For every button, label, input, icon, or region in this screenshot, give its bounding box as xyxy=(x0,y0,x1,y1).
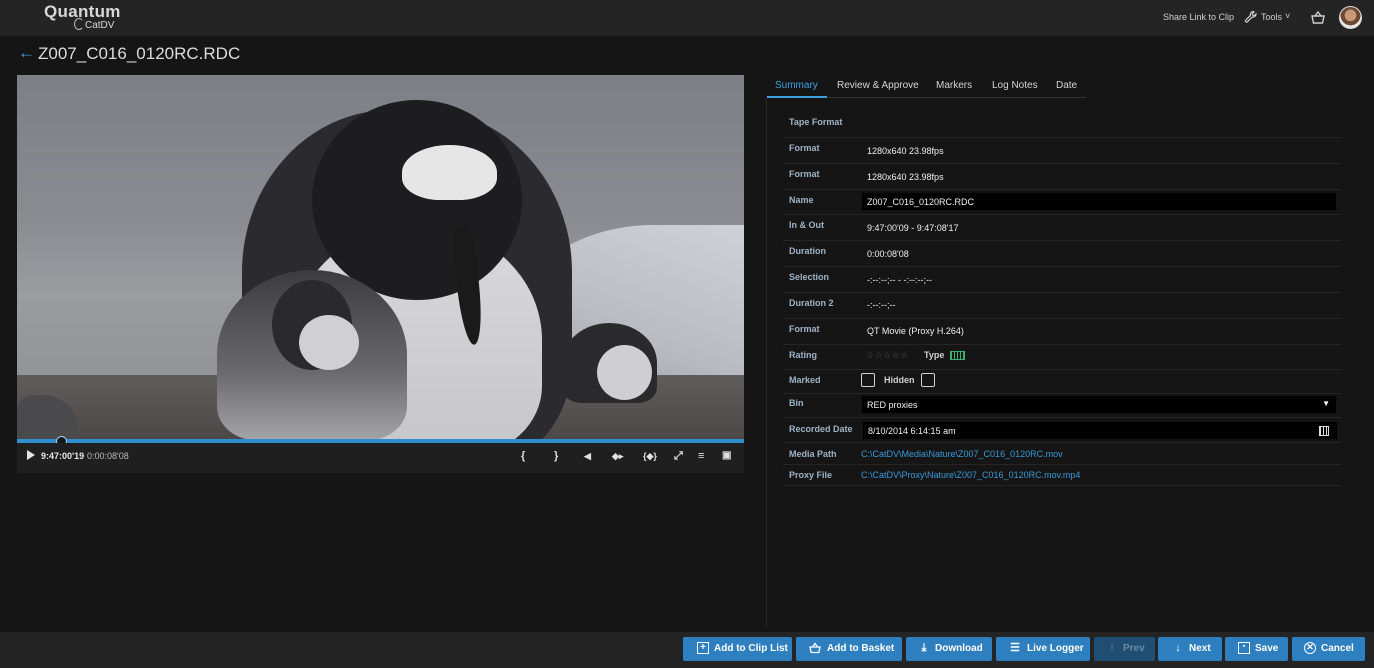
in-out-value: 9:47:00'09 - 9:47:08'17 xyxy=(867,223,959,233)
catdv-mark-icon xyxy=(74,18,84,30)
format-value: 1280x640 23.98fps xyxy=(867,146,944,156)
go-in-out-icon[interactable]: ◆▸ xyxy=(612,449,623,463)
caret-down-icon: ▼ xyxy=(1322,399,1330,408)
snapshot-icon[interactable]: ▣ xyxy=(722,449,731,463)
calendar-icon[interactable] xyxy=(1319,426,1329,436)
bin-select-value: RED proxies xyxy=(867,400,918,410)
in-out-label: In & Out xyxy=(789,220,824,230)
play-icon[interactable] xyxy=(27,450,35,460)
logo-product: CatDV xyxy=(85,20,115,31)
wrench-icon xyxy=(1244,10,1257,23)
duration-value: 0:00:08'08 xyxy=(867,249,909,259)
marked-label: Marked xyxy=(789,375,821,385)
recorded-date-value: 8/10/2014 6:14:15 am xyxy=(868,426,956,436)
next-button[interactable]: ↓ Next xyxy=(1158,637,1222,661)
tape-format-label: Tape Format xyxy=(789,117,843,127)
basket-icon xyxy=(809,642,821,654)
hidden-label: Hidden xyxy=(884,375,915,385)
live-logger-button[interactable]: ☰ Live Logger xyxy=(996,637,1090,661)
tools-label: Tools xyxy=(1261,12,1283,22)
recorded-date-label: Recorded Date xyxy=(789,424,853,434)
video-frame[interactable] xyxy=(17,75,744,439)
save-icon: ▪ xyxy=(1238,642,1250,654)
share-link-button[interactable]: Share Link to Clip xyxy=(1163,12,1234,22)
mark-in-icon[interactable]: { xyxy=(521,449,525,463)
duration-2-value: -:--:--;-- xyxy=(867,300,896,310)
format-label: Format xyxy=(789,169,820,179)
rating-stars[interactable]: ☆☆☆☆☆ xyxy=(866,350,909,361)
format-value: 1280x640 23.98fps xyxy=(867,172,944,182)
add-to-basket-button[interactable]: Add to Basket xyxy=(796,637,902,661)
selection-label: Selection xyxy=(789,272,830,282)
tab-date[interactable]: Date xyxy=(1056,75,1077,98)
plus-square-icon: + xyxy=(697,642,709,654)
arrow-up-icon: ↑ xyxy=(1109,642,1115,654)
selection-value: -:--:--;-- - -:--:--;-- xyxy=(867,275,932,285)
fullscreen-icon[interactable]: ⤢ xyxy=(674,449,683,463)
download-button[interactable]: ⤓ Download xyxy=(906,637,992,661)
bin-select[interactable]: RED proxies ▼ xyxy=(861,395,1337,414)
basket-icon[interactable] xyxy=(1310,10,1326,26)
prev-button[interactable]: ↑ Prev xyxy=(1094,637,1155,661)
elapsed-time: 0:00:08'08 xyxy=(87,451,129,461)
quantum-catdv-logo[interactable]: Quantum CatDV xyxy=(43,2,133,34)
hidden-checkbox[interactable] xyxy=(921,373,935,387)
proxy-file-link[interactable]: C:\CatDV\Proxy\Nature\Z007_C016_0120RC.m… xyxy=(861,470,1080,480)
marked-checkbox[interactable] xyxy=(861,373,875,387)
tab-markers[interactable]: Markers xyxy=(936,75,972,98)
tab-review-approve[interactable]: Review & Approve xyxy=(837,75,919,98)
list-icon: ☰ xyxy=(1010,642,1020,654)
tools-menu[interactable]: Tools ˅ xyxy=(1244,9,1294,27)
back-arrow-icon[interactable]: ← xyxy=(18,43,35,63)
close-circle-icon: ✕ xyxy=(1304,642,1316,654)
download-icon: ⤓ xyxy=(921,642,927,654)
tab-summary[interactable]: Summary xyxy=(775,75,818,98)
format-label: Format xyxy=(789,324,820,334)
film-icon xyxy=(950,351,965,360)
name-field-value: Z007_C016_0120RC.RDC xyxy=(867,197,975,207)
duration-2-label: Duration 2 xyxy=(789,298,834,308)
chevron-down-icon: ˅ xyxy=(1285,11,1291,21)
type-label: Type xyxy=(924,350,945,360)
duration-label: Duration xyxy=(789,246,826,256)
recorded-date-field[interactable]: 8/10/2014 6:14:15 am xyxy=(862,421,1338,440)
step-back-icon[interactable]: ◀ xyxy=(584,449,591,463)
save-button[interactable]: ▪ Save xyxy=(1225,637,1288,661)
proxy-file-label: Proxy File xyxy=(789,470,833,480)
media-path-label: Media Path xyxy=(789,449,837,459)
media-path-link[interactable]: C:\CatDV\Media\Nature\Z007_C016_0120RC.m… xyxy=(861,449,1063,459)
format-value: QT Movie (Proxy H.264) xyxy=(867,326,964,336)
mark-out-icon[interactable]: } xyxy=(554,449,558,463)
add-to-clip-list-button[interactable]: + Add to Clip List xyxy=(683,637,792,661)
clip-title: Z007_C016_0120RC.RDC xyxy=(38,44,241,63)
bin-label: Bin xyxy=(789,398,804,408)
name-field[interactable]: Z007_C016_0120RC.RDC xyxy=(861,192,1337,211)
user-avatar[interactable] xyxy=(1339,6,1362,29)
arrow-down-icon: ↓ xyxy=(1175,642,1181,654)
cancel-button[interactable]: ✕ Cancel xyxy=(1292,637,1365,661)
expand-selection-icon[interactable]: {◆} xyxy=(643,449,657,463)
name-label: Name xyxy=(789,195,814,205)
rating-label: Rating xyxy=(789,350,817,360)
tab-log-notes[interactable]: Log Notes xyxy=(992,75,1038,98)
equalizer-icon[interactable]: ≡ xyxy=(698,449,704,463)
current-timecode: 9:47:00'19 xyxy=(41,451,85,461)
format-label: Format xyxy=(789,143,820,153)
